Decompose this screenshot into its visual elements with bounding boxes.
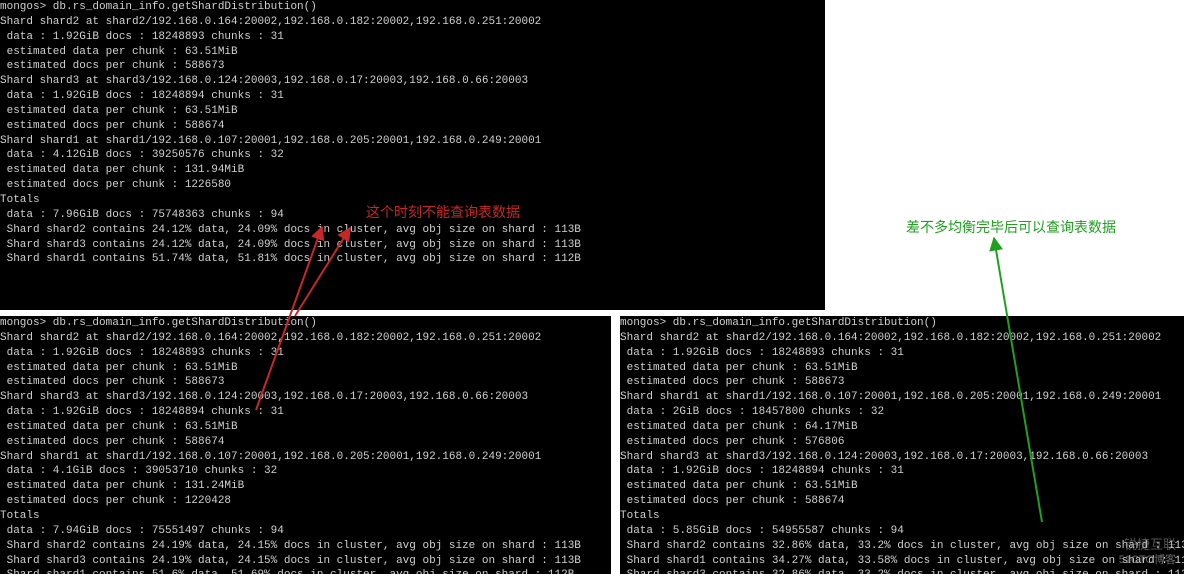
terminal-line: Shard shard3 contains 24.12% data, 24.09…	[0, 238, 825, 253]
terminal-line: estimated data per chunk : 64.17MiB	[620, 420, 1184, 435]
annotation-red: 这个时刻不能查询表数据	[366, 203, 520, 222]
terminal-line: estimated docs per chunk : 588673	[620, 375, 1184, 390]
terminal-line: Shard shard3 at shard3/192.168.0.124:200…	[0, 390, 611, 405]
terminal-line: Totals	[0, 509, 611, 524]
terminal-line: data : 7.94GiB docs : 75551497 chunks : …	[0, 524, 611, 539]
terminal-line: estimated docs per chunk : 588673	[0, 59, 825, 74]
terminal-line: Shard shard3 contains 32.86% data, 33.2%…	[620, 568, 1184, 574]
terminal-line: data : 1.92GiB docs : 18248893 chunks : …	[0, 30, 825, 45]
watermark-text: 51CTO博客	[1119, 553, 1176, 568]
terminal-line: mongos> db.rs_domain_info.getShardDistri…	[0, 0, 825, 15]
terminal-line: estimated data per chunk : 63.51MiB	[0, 45, 825, 60]
terminal-line: Shard shard2 at shard2/192.168.0.164:200…	[620, 331, 1184, 346]
terminal-line: data : 1.92GiB docs : 18248894 chunks : …	[620, 464, 1184, 479]
terminal-line: Totals	[620, 509, 1184, 524]
terminal-line: estimated data per chunk : 63.51MiB	[0, 104, 825, 119]
annotation-green: 差不多均衡完毕后可以查询表数据	[906, 218, 1116, 237]
terminal-line: estimated docs per chunk : 1220428	[0, 494, 611, 509]
terminal-line: data : 1.92GiB docs : 18248893 chunks : …	[0, 346, 611, 361]
terminal-line: Shard shard3 at shard3/192.168.0.124:200…	[0, 74, 825, 89]
terminal-line: Shard shard2 at shard2/192.168.0.164:200…	[0, 331, 611, 346]
terminal-line: estimated docs per chunk : 1226580	[0, 178, 825, 193]
terminal-line: Shard shard2 contains 24.12% data, 24.09…	[0, 223, 825, 238]
terminal-line: Shard shard3 contains 24.19% data, 24.15…	[0, 554, 611, 569]
terminal-left-bottom[interactable]: mongos> db.rs_domain_info.getShardDistri…	[0, 316, 611, 574]
watermark-brand: 锐捷互联	[1124, 536, 1176, 554]
terminal-line: estimated data per chunk : 131.94MiB	[0, 163, 825, 178]
terminal-line: estimated docs per chunk : 576806	[620, 435, 1184, 450]
terminal-line: estimated docs per chunk : 588674	[0, 119, 825, 134]
terminal-line: estimated data per chunk : 63.51MiB	[620, 361, 1184, 376]
terminal-line: Shard shard2 at shard2/192.168.0.164:200…	[0, 15, 825, 30]
terminal-line: estimated data per chunk : 131.24MiB	[0, 479, 611, 494]
terminal-line: data : 1.92GiB docs : 18248893 chunks : …	[620, 346, 1184, 361]
terminal-line: Shard shard2 contains 24.19% data, 24.15…	[0, 539, 611, 554]
terminal-line: mongos> db.rs_domain_info.getShardDistri…	[0, 316, 611, 331]
terminal-line: estimated docs per chunk : 588674	[620, 494, 1184, 509]
terminal-line: data : 1.92GiB docs : 18248894 chunks : …	[0, 89, 825, 104]
terminal-line: estimated data per chunk : 63.51MiB	[620, 479, 1184, 494]
terminal-line: estimated docs per chunk : 588673	[0, 375, 611, 390]
terminal-right-bottom[interactable]: mongos> db.rs_domain_info.getShardDistri…	[620, 316, 1184, 574]
terminal-line: Shard shard2 contains 32.86% data, 33.2%…	[620, 539, 1184, 554]
terminal-line: Shard shard3 at shard3/192.168.0.124:200…	[620, 450, 1184, 465]
terminal-line: estimated data per chunk : 63.51MiB	[0, 420, 611, 435]
terminal-line: Shard shard1 contains 51.74% data, 51.81…	[0, 252, 825, 267]
terminal-left-top[interactable]: mongos> db.rs_domain_info.getShardDistri…	[0, 0, 825, 310]
terminal-line: Shard shard1 at shard1/192.168.0.107:200…	[620, 390, 1184, 405]
terminal-line: Shard shard1 at shard1/192.168.0.107:200…	[0, 134, 825, 149]
terminal-line: estimated data per chunk : 63.51MiB	[0, 361, 611, 376]
terminal-line: Shard shard1 contains 51.6% data, 51.69%…	[0, 568, 611, 574]
terminal-line: data : 4.12GiB docs : 39250576 chunks : …	[0, 148, 825, 163]
terminal-line: estimated docs per chunk : 588674	[0, 435, 611, 450]
terminal-line: data : 1.92GiB docs : 18248894 chunks : …	[0, 405, 611, 420]
terminal-line: data : 5.85GiB docs : 54955587 chunks : …	[620, 524, 1184, 539]
terminal-line: data : 2GiB docs : 18457800 chunks : 32	[620, 405, 1184, 420]
terminal-line: mongos> db.rs_domain_info.getShardDistri…	[620, 316, 1184, 331]
terminal-line: data : 4.1GiB docs : 39053710 chunks : 3…	[0, 464, 611, 479]
terminal-line: Shard shard1 at shard1/192.168.0.107:200…	[0, 450, 611, 465]
terminal-line: Shard shard1 contains 34.27% data, 33.58…	[620, 554, 1184, 569]
